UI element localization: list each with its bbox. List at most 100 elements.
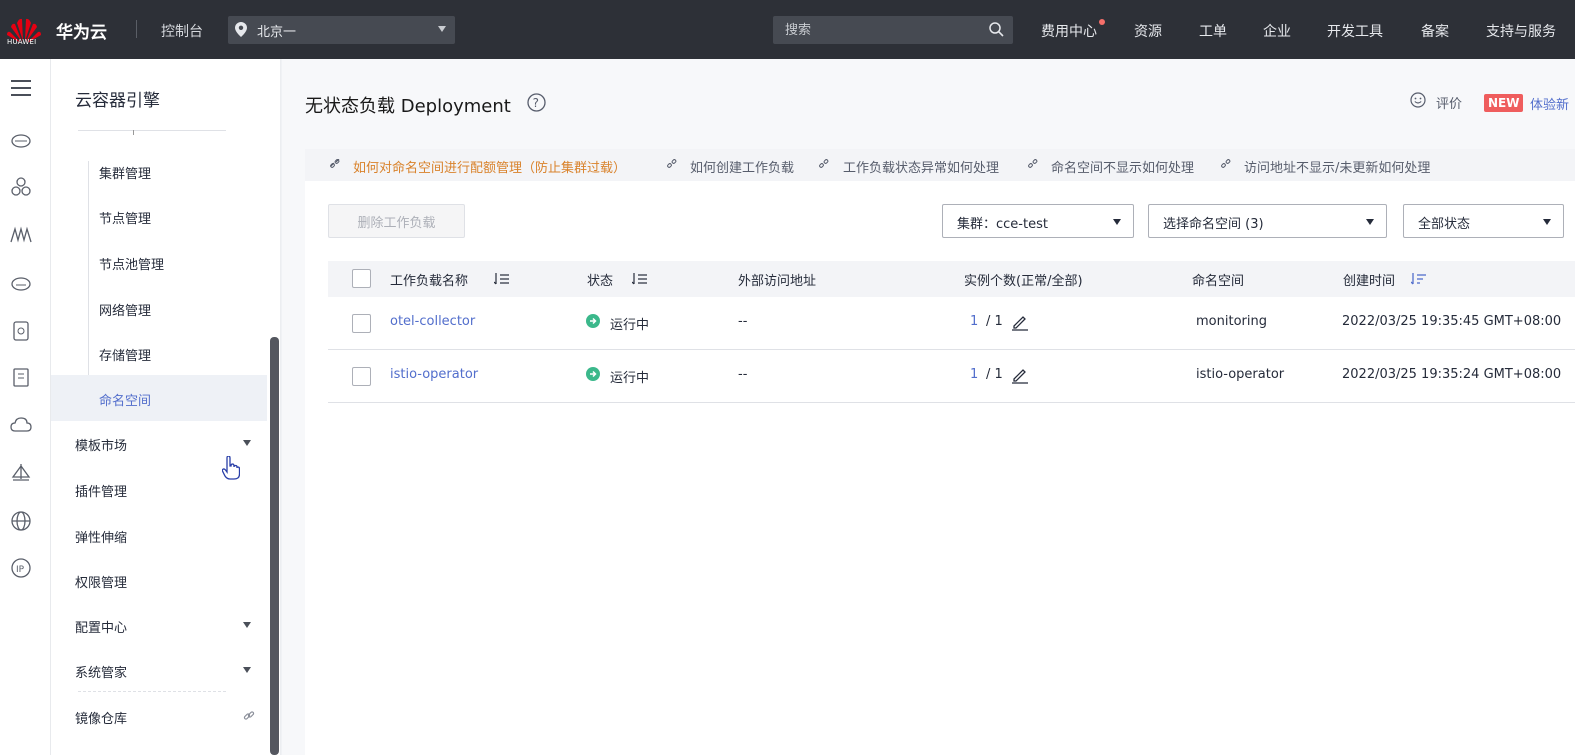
tip-workload-status-abnormal[interactable]: 工作负载状态异常如何处理 [843,157,999,176]
row-created-time: 2022/03/25 19:35:24 GMT+08:00 [1342,367,1562,382]
brand-name[interactable]: 华为云 [56,18,107,43]
external-address: -- [738,367,748,382]
link-icon [667,159,677,168]
namespace-select[interactable]: 选择命名空间 (3) [1148,204,1387,238]
sidebar-title: 云容器引擎 [75,91,160,111]
sort-desc-icon[interactable] [1411,273,1426,285]
nav-enterprise[interactable]: 企业 [1263,21,1291,41]
hand-cursor-icon [222,456,240,480]
sidebar-item-storage-management[interactable]: 存储管理 [99,345,151,364]
cluster-nodes-icon[interactable] [10,176,32,198]
sidebar-item-config-center[interactable]: 配置中心 [75,617,127,636]
select-all-checkbox[interactable] [352,269,371,288]
database-icon[interactable] [10,320,32,342]
delete-workload-button[interactable]: 删除工作负载 [328,204,465,238]
console-link[interactable]: 控制台 [161,21,203,41]
cluster-select[interactable]: 集群：cce-test [942,204,1134,238]
sidebar: 云容器引擎 集群管理 节点管理 节点池管理 网络管理 存储管理 命名空间 模板市… [51,59,281,755]
nav-tickets[interactable]: 工单 [1199,21,1227,41]
sidebar-dashed-divider [78,691,226,692]
service-icon-rail: IP [0,59,51,755]
column-header-name: 工作负载名称 [390,274,469,289]
smiley-face-icon[interactable] [1410,92,1426,108]
table-header: 工作负载名称 状态 外部访问地址 实例个数(正常/全部) 命名空间 创建时间 [328,261,1575,297]
cloud-check-icon[interactable] [10,414,32,436]
sail-boat-icon[interactable] [10,462,32,484]
help-tips-bar: 如何对命名空间进行配额管理（防止集群过载） 如何创建工作负载 工作负载状态异常如… [305,149,1575,181]
workload-status: 运行中 [610,371,650,386]
help-icon[interactable]: ? [527,93,546,112]
tip-create-workload[interactable]: 如何创建工作负载 [690,157,794,176]
workload-name-link[interactable]: istio-operator [390,367,478,382]
region-select[interactable]: 北京一 [228,16,455,44]
chevron-down-icon [1366,219,1374,225]
sidebar-item-template-market[interactable]: 模板市场 [75,435,127,454]
sort-icon[interactable] [494,273,509,285]
search-icon[interactable] [989,22,1004,37]
hamburger-menu-icon[interactable] [10,77,32,99]
location-pin-icon [235,22,247,37]
cloud-server-icon[interactable] [10,129,32,151]
edit-pencil-icon[interactable] [1011,366,1029,384]
tip-access-address-not-shown[interactable]: 访问地址不显示/未更新如何处理 [1244,157,1430,176]
document-icon[interactable] [10,366,32,388]
chevron-down-icon [1543,219,1551,225]
table-row[interactable]: otel-collector 运行中 -- 1 / 1 monitoring 2… [328,297,1575,350]
workload-card: 删除工作负载 集群：cce-test 选择命名空间 (3) 全部状态 工作负载名… [305,181,1575,755]
external-link-icon[interactable] [243,710,255,722]
sidebar-item-cluster-management[interactable]: 集群管理 [99,163,151,182]
cloud-storage-icon[interactable] [10,272,32,294]
instances-normal[interactable]: 1 [970,367,978,382]
running-status-icon [586,314,600,328]
row-checkbox[interactable] [352,314,371,333]
filter-icon[interactable] [632,273,647,285]
sidebar-scrollbar[interactable] [270,337,279,755]
analytics-wave-icon[interactable] [10,224,32,246]
instances-total: / 1 [986,314,1003,329]
row-created-time: 2022/03/25 19:35:45 GMT+08:00 [1342,314,1562,329]
workload-name-link[interactable]: otel-collector [390,314,475,329]
column-header-external-address: 外部访问地址 [738,274,817,289]
link-icon [1221,159,1231,168]
new-badge: NEW [1484,94,1524,112]
column-header-created-time: 创建时间 [1343,274,1396,289]
column-header-namespace: 命名空间 [1192,274,1245,289]
sidebar-item-system-butler[interactable]: 系统管家 [75,662,127,681]
tip-namespace-not-shown[interactable]: 命名空间不显示如何处理 [1051,157,1194,176]
rate-link[interactable]: 评价 [1436,93,1462,112]
instances-normal[interactable]: 1 [970,314,978,329]
nav-billing[interactable]: 费用中心 [1041,21,1097,41]
namespace-select-value: 选择命名空间 (3) [1163,217,1264,232]
nav-icp-filing[interactable]: 备案 [1421,21,1449,41]
chevron-down-icon [438,26,446,32]
try-new-version-link[interactable]: 体验新 [1530,94,1569,113]
sidebar-item-permission-management[interactable]: 权限管理 [75,572,127,591]
table-row[interactable]: istio-operator 运行中 -- 1 / 1 istio-operat… [328,350,1575,403]
row-checkbox[interactable] [352,367,371,386]
tip-namespace-quota[interactable]: 如何对命名空间进行配额管理（防止集群过载） [353,157,626,176]
sidebar-item-node-management[interactable]: 节点管理 [99,208,151,227]
search-input[interactable] [773,16,1013,44]
main-content: 无状态负载 Deployment ? 评价 NEW 体验新 如何对命名空间进行配… [282,59,1575,755]
sidebar-item-auto-scaling[interactable]: 弹性伸缩 [75,527,127,546]
sidebar-item-network-management[interactable]: 网络管理 [99,300,151,319]
chevron-down-icon[interactable] [243,622,251,628]
globe-icon[interactable] [10,510,32,532]
chevron-down-icon[interactable] [243,667,251,673]
sidebar-tick [133,130,134,135]
brand-divider [136,20,137,38]
edit-pencil-icon[interactable] [1011,313,1029,331]
nav-resources[interactable]: 资源 [1134,21,1162,41]
sidebar-item-namespaces[interactable]: 命名空间 [99,390,151,409]
sidebar-item-node-pool-management[interactable]: 节点池管理 [99,254,164,273]
nav-support[interactable]: 支持与服务 [1486,21,1556,41]
nav-dev-tools[interactable]: 开发工具 [1327,21,1383,41]
status-select[interactable]: 全部状态 [1403,204,1564,238]
sidebar-item-addon-management[interactable]: 插件管理 [75,481,127,500]
ip-address-icon[interactable]: IP [10,557,32,579]
cluster-select-value: 集群：cce-test [957,217,1048,232]
chevron-down-icon[interactable] [243,440,251,446]
workload-status: 运行中 [610,318,650,333]
notification-dot [1099,19,1105,25]
sidebar-item-image-repository[interactable]: 镜像仓库 [75,708,127,727]
